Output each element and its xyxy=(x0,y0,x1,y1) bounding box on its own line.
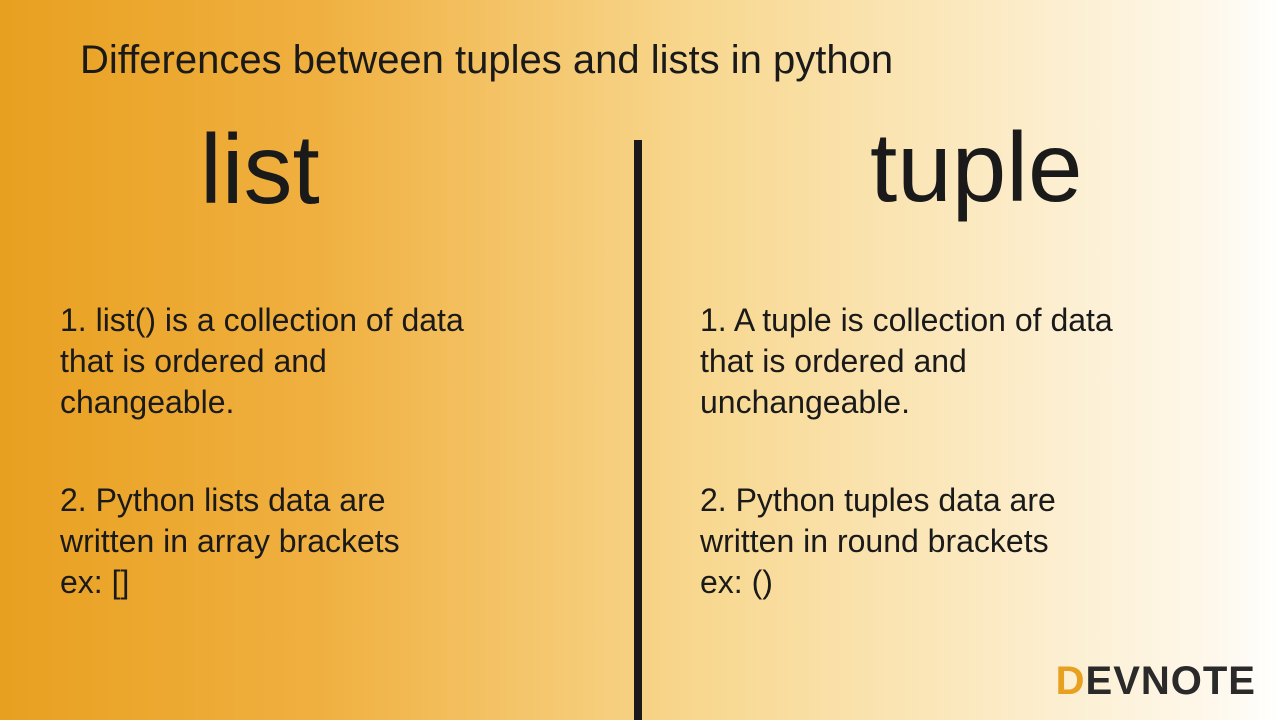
vertical-divider xyxy=(634,140,642,720)
list-point-2: 2. Python lists data are written in arra… xyxy=(60,480,600,603)
page-title: Differences between tuples and lists in … xyxy=(80,38,893,83)
logo-rest: EVNOTE xyxy=(1086,659,1256,703)
list-point-1: 1. list() is a collection of data that i… xyxy=(60,300,600,423)
tuple-point-2: 2. Python tuples data are written in rou… xyxy=(700,480,1240,603)
tuple-heading: tuple xyxy=(870,118,1083,216)
logo-letter-d: D xyxy=(1056,659,1086,704)
devnote-logo: DEVNOTE xyxy=(1056,659,1256,704)
list-heading: list xyxy=(200,120,320,218)
tuple-point-1: 1. A tuple is collection of data that is… xyxy=(700,300,1240,423)
